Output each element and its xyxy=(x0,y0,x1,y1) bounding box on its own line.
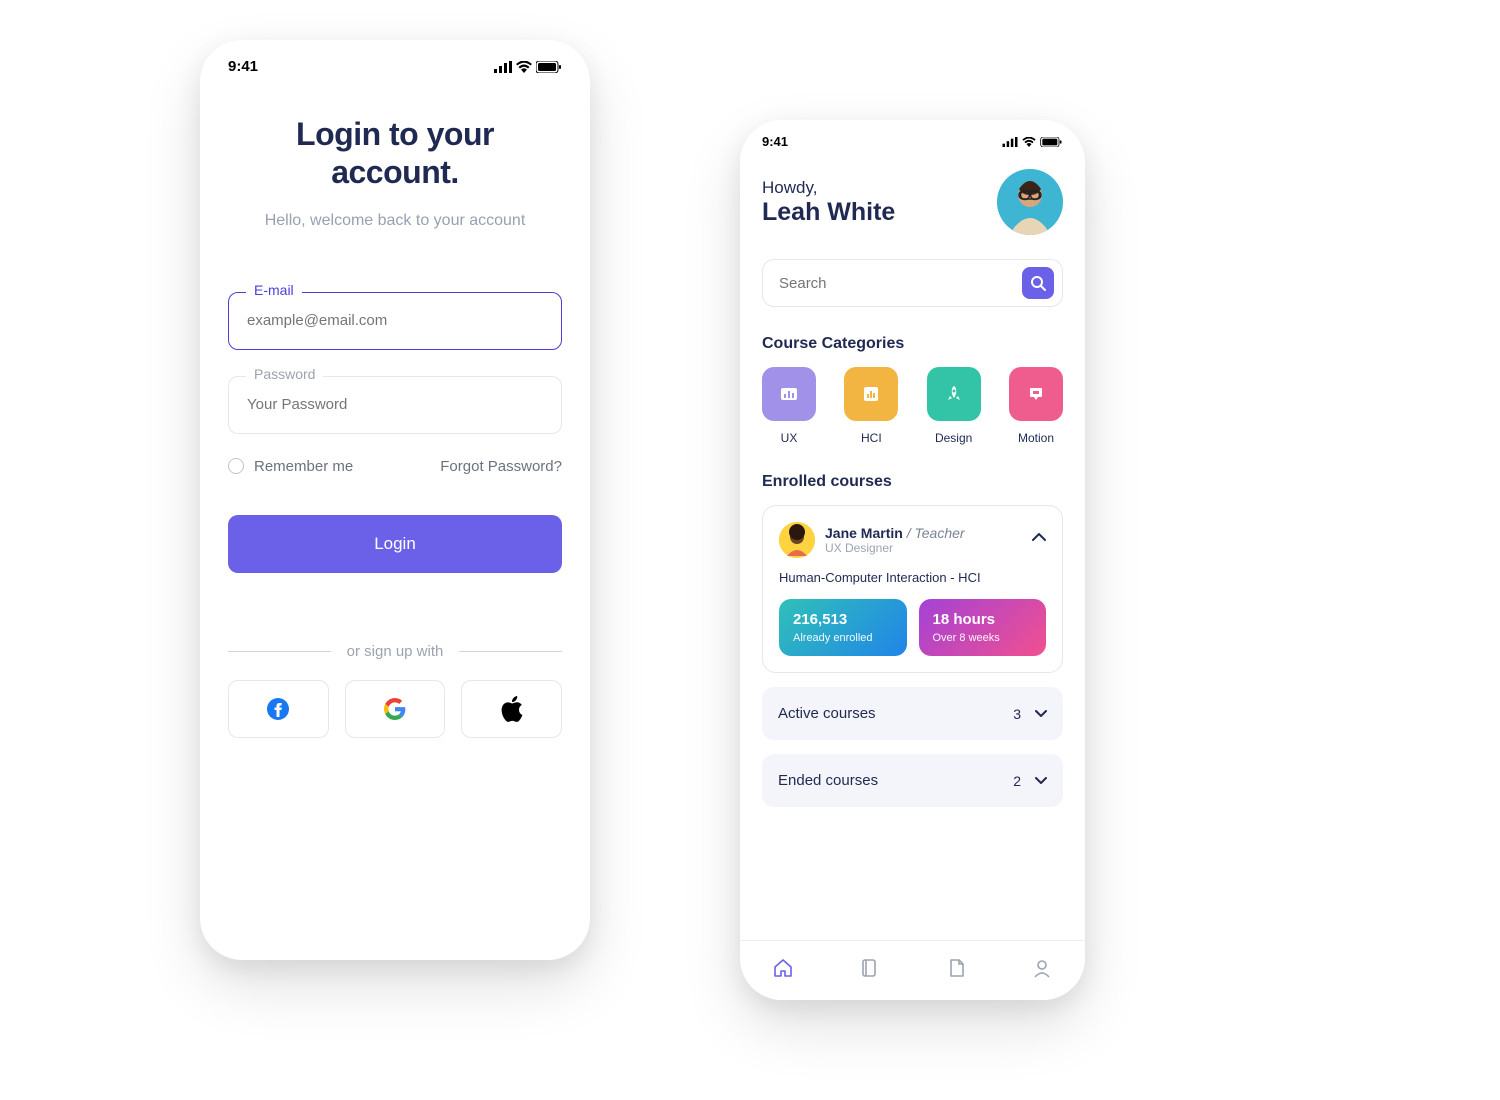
status-icons xyxy=(494,61,562,73)
greeting-prefix: Howdy, xyxy=(762,178,895,198)
signal-icon xyxy=(494,61,512,73)
stat-label: Over 8 weeks xyxy=(933,632,1033,644)
login-subtitle: Hello, welcome back to your account xyxy=(228,212,562,230)
google-button[interactable] xyxy=(345,680,446,738)
greeting: Howdy, Leah White xyxy=(762,178,895,227)
cat-label: UX xyxy=(781,431,798,445)
course-title: Human-Computer Interaction - HCI xyxy=(779,570,1046,585)
stat-value: 216,513 xyxy=(793,611,893,628)
chevron-up-icon xyxy=(1032,533,1046,541)
enrolled-title: Enrolled courses xyxy=(762,473,1063,491)
facebook-button[interactable] xyxy=(228,680,329,738)
bottom-nav xyxy=(740,940,1085,1000)
nav-courses[interactable] xyxy=(858,957,880,984)
cat-label: Design xyxy=(935,431,972,445)
remember-radio-icon xyxy=(228,458,244,474)
search-input[interactable] xyxy=(779,275,1022,292)
book-icon xyxy=(858,957,880,979)
document-icon xyxy=(945,957,967,979)
stat-duration: 18 hours Over 8 weeks xyxy=(919,599,1047,656)
divider: or sign up with xyxy=(228,643,562,660)
password-label: Password xyxy=(246,366,323,382)
stat-value: 18 hours xyxy=(933,611,1033,628)
wifi-icon xyxy=(516,61,532,73)
apple-icon xyxy=(501,696,523,722)
password-field[interactable] xyxy=(228,376,562,434)
active-courses-card[interactable]: Active courses 3 xyxy=(762,687,1063,740)
email-group: E-mail xyxy=(228,292,562,350)
divider-text: or sign up with xyxy=(347,643,444,660)
login-screen: 9:41 Login to your account. Hello, welco… xyxy=(200,40,590,960)
email-field[interactable] xyxy=(228,292,562,350)
status-icons xyxy=(1002,137,1063,147)
email-label: E-mail xyxy=(246,282,302,298)
teacher-avatar[interactable] xyxy=(779,522,815,558)
stat-label: Already enrolled xyxy=(793,632,893,644)
enrolled-card: Jane Martin / Teacher UX Designer Human-… xyxy=(762,505,1063,673)
ended-count: 2 xyxy=(1013,773,1021,789)
status-time: 9:41 xyxy=(228,58,258,75)
active-title: Active courses xyxy=(778,705,876,722)
stat-enrolled: 216,513 Already enrolled xyxy=(779,599,907,656)
status-time: 9:41 xyxy=(762,134,788,149)
bars-icon xyxy=(861,384,881,404)
nav-home[interactable] xyxy=(772,957,794,984)
wifi-icon xyxy=(1022,137,1036,147)
remember-me[interactable]: Remember me xyxy=(228,458,353,475)
avatar[interactable] xyxy=(997,169,1063,235)
remember-label: Remember me xyxy=(254,458,353,475)
chevron-down-icon xyxy=(1035,710,1047,717)
active-count: 3 xyxy=(1013,706,1021,722)
ended-courses-card[interactable]: Ended courses 2 xyxy=(762,754,1063,807)
user-icon xyxy=(1031,957,1053,979)
rocket-icon xyxy=(944,384,964,404)
forgot-password-link[interactable]: Forgot Password? xyxy=(440,458,562,475)
battery-icon xyxy=(1040,137,1063,147)
teacher-name: Jane Martin / Teacher xyxy=(825,525,965,541)
facebook-icon xyxy=(266,697,290,721)
search-button[interactable] xyxy=(1022,267,1054,299)
nav-notes[interactable] xyxy=(945,957,967,984)
category-motion[interactable]: Motion xyxy=(1009,367,1063,445)
collapse-toggle[interactable] xyxy=(1032,528,1046,546)
search-icon xyxy=(1030,275,1046,291)
login-button[interactable]: Login xyxy=(228,515,562,573)
user-name: Leah White xyxy=(762,198,895,227)
ended-title: Ended courses xyxy=(778,772,878,789)
apple-button[interactable] xyxy=(461,680,562,738)
search-bar xyxy=(762,259,1063,307)
home-icon xyxy=(772,957,794,979)
battery-icon xyxy=(536,61,562,73)
flag-icon xyxy=(1026,384,1046,404)
home-screen: 9:41 Howdy, Leah White Course Categories xyxy=(740,120,1085,1000)
category-ux[interactable]: UX xyxy=(762,367,816,445)
chevron-down-icon xyxy=(1035,777,1047,784)
status-bar: 9:41 xyxy=(740,120,1085,157)
nav-profile[interactable] xyxy=(1031,957,1053,984)
categories-title: Course Categories xyxy=(762,335,1063,353)
category-hci[interactable]: HCI xyxy=(844,367,898,445)
category-design[interactable]: Design xyxy=(927,367,981,445)
teacher-role-sub: UX Designer xyxy=(825,541,965,555)
login-title: Login to your account. xyxy=(228,115,562,192)
signal-icon xyxy=(1002,137,1018,147)
cat-label: Motion xyxy=(1018,431,1054,445)
google-icon xyxy=(384,698,406,720)
cat-label: HCI xyxy=(861,431,882,445)
status-bar: 9:41 xyxy=(200,40,590,85)
chart-icon xyxy=(778,383,800,405)
password-group: Password xyxy=(228,376,562,434)
